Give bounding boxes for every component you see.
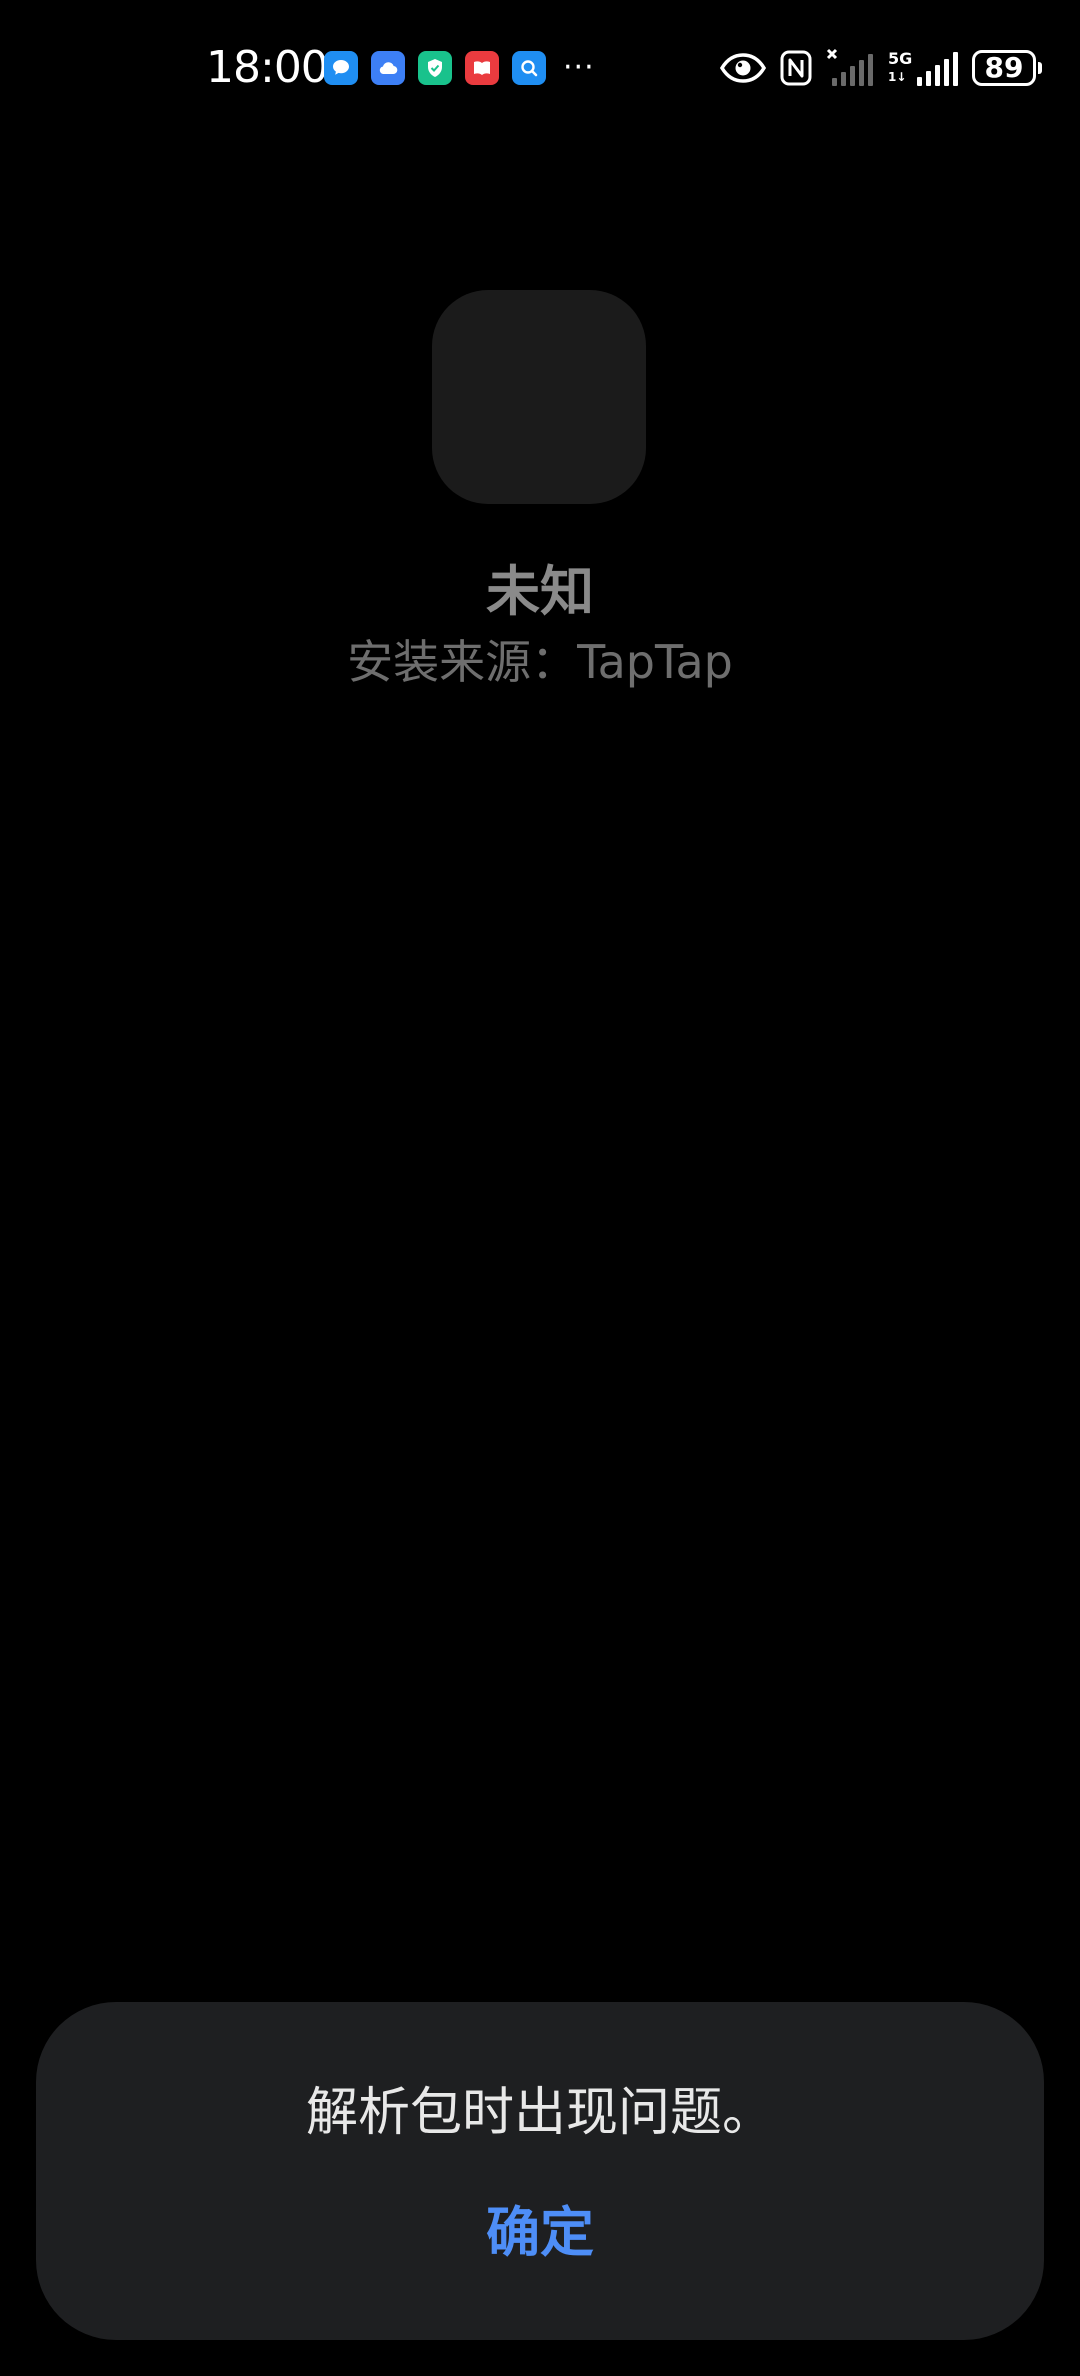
- cloud-app-icon: [371, 51, 405, 85]
- network-activity: 1↓: [888, 70, 907, 84]
- nfc-icon: [780, 50, 812, 86]
- app-name: 未知: [486, 560, 594, 623]
- signal-strength-icon: [917, 52, 958, 86]
- error-dialog: 解析包时出现问题。 确定: [36, 2002, 1044, 2340]
- shield-app-icon: [418, 51, 452, 85]
- install-source: 安装来源：TapTap: [347, 635, 733, 689]
- eye-comfort-icon: [720, 53, 766, 83]
- battery-icon: 89: [972, 50, 1042, 86]
- network-type: 5G: [888, 49, 913, 68]
- status-bar: 18:00 ··· 5G 1↓ 89: [0, 0, 1080, 140]
- confirm-button[interactable]: 确定: [440, 2188, 640, 2278]
- signal-5g-group: 5G 1↓: [888, 49, 958, 87]
- search-app-icon: [512, 51, 546, 85]
- dialog-message: 解析包时出现问题。: [305, 2083, 774, 2143]
- more-notifications-icon: ···: [563, 50, 595, 85]
- status-time: 18:00: [206, 42, 329, 93]
- network-type-label: 5G 1↓: [888, 49, 914, 87]
- book-app-icon: [465, 51, 499, 85]
- no-signal-icon: [826, 48, 873, 86]
- screen: 18:00 ··· 5G 1↓ 89 未知 安装来源：TapTap 解析包时出现…: [0, 0, 1080, 2376]
- message-app-icon: [324, 51, 358, 85]
- battery-level: 89: [984, 51, 1024, 84]
- system-icons: 5G 1↓ 89: [720, 46, 1042, 90]
- app-icon-placeholder: [432, 290, 646, 504]
- notification-icons: ···: [324, 51, 595, 85]
